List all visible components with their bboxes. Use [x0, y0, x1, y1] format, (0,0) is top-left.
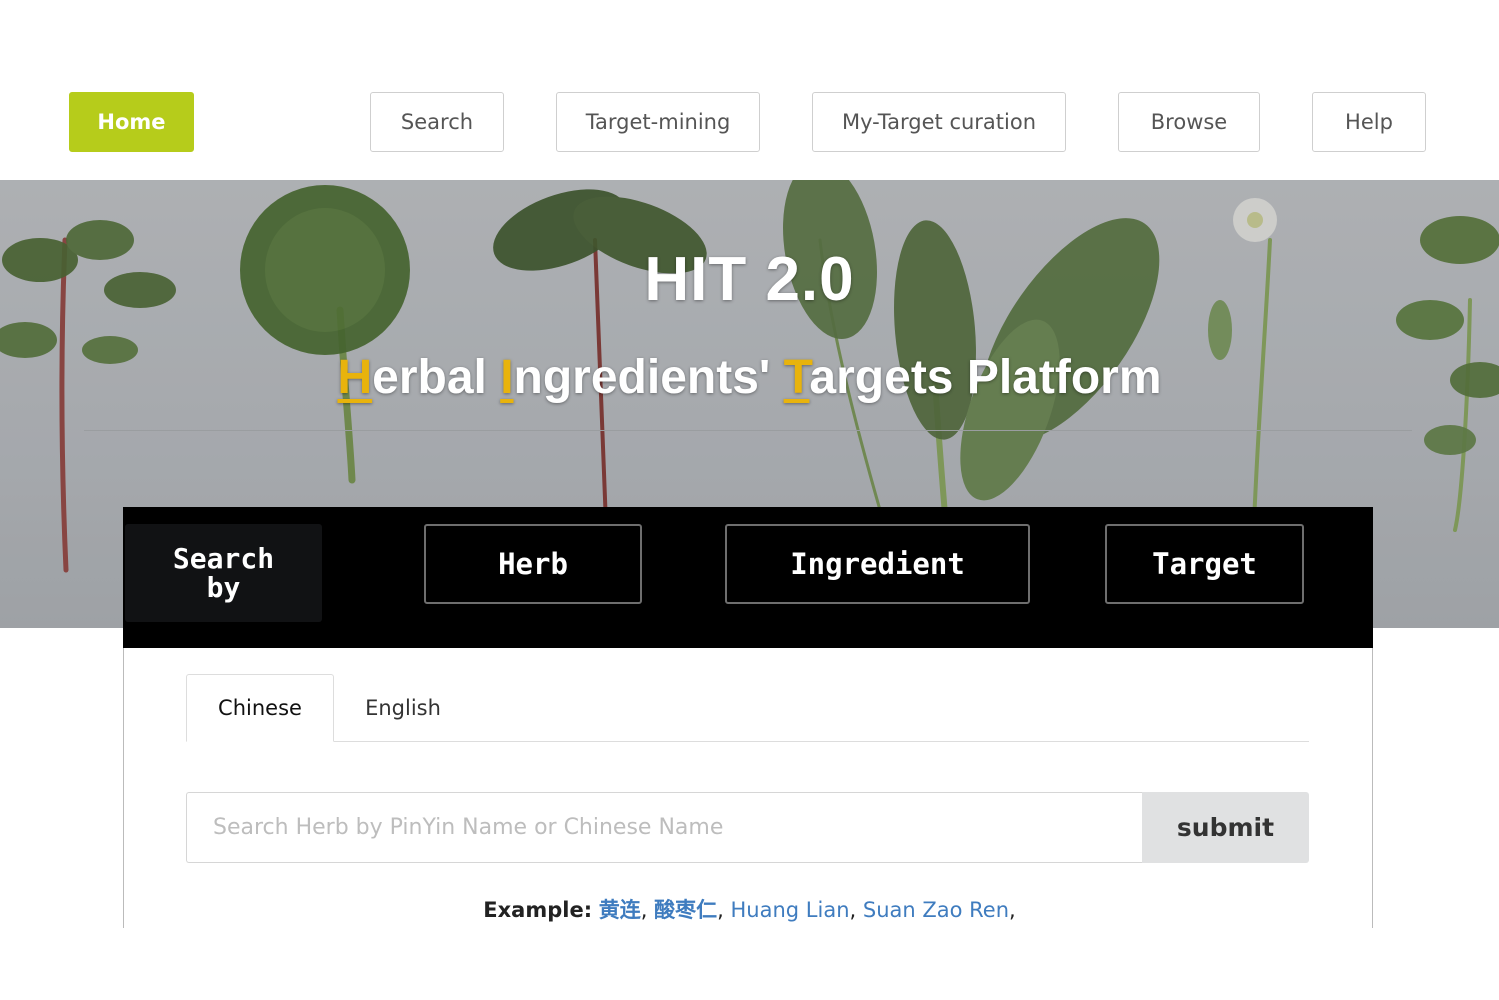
- subtitle-highlight-i: I: [500, 351, 514, 404]
- subtitle-highlight-t: T: [783, 351, 810, 404]
- search-by-ingredient-button[interactable]: Ingredient: [725, 524, 1030, 604]
- example-link-suan-zao-ren[interactable]: Suan Zao Ren: [863, 898, 1009, 922]
- nav-browse-button[interactable]: Browse: [1118, 92, 1260, 152]
- subtitle-text-1: erbal: [372, 351, 501, 404]
- submit-button[interactable]: submit: [1142, 792, 1309, 863]
- example-link-suanzaoren-cn[interactable]: 酸枣仁: [654, 898, 717, 922]
- nav-target-mining-button[interactable]: Target-mining: [556, 92, 760, 152]
- example-link-huanglian-cn[interactable]: 黄连: [599, 898, 641, 922]
- nav-search-button[interactable]: Search: [370, 92, 504, 152]
- search-by-bar: Search by Herb Ingredient Target: [123, 507, 1373, 648]
- hero-divider: [84, 430, 1412, 431]
- example-link-huang-lian[interactable]: Huang Lian: [731, 898, 850, 922]
- subtitle-text-2: ngredients': [513, 351, 784, 404]
- herb-search-input[interactable]: [186, 792, 1143, 863]
- tab-english[interactable]: English: [336, 674, 470, 742]
- subtitle-text-3: argets Platform: [809, 351, 1162, 404]
- search-by-herb-button[interactable]: Herb: [424, 524, 642, 604]
- nav-help-button[interactable]: Help: [1312, 92, 1426, 152]
- site-subtitle: Herbal Ingredients' Targets Platform: [0, 350, 1499, 405]
- tab-chinese[interactable]: Chinese: [186, 674, 334, 742]
- nav-my-target-curation-button[interactable]: My-Target curation: [812, 92, 1066, 152]
- subtitle-highlight-h: H: [337, 351, 373, 404]
- examples-line: Example: 黄连, 酸枣仁, Huang Lian, Suan Zao R…: [483, 898, 1016, 922]
- nav-home-button[interactable]: Home: [69, 92, 194, 152]
- site-title: HIT 2.0: [644, 245, 855, 314]
- search-by-label: Search by: [125, 524, 322, 622]
- examples-label: Example:: [483, 898, 593, 922]
- search-by-target-button[interactable]: Target: [1105, 524, 1304, 604]
